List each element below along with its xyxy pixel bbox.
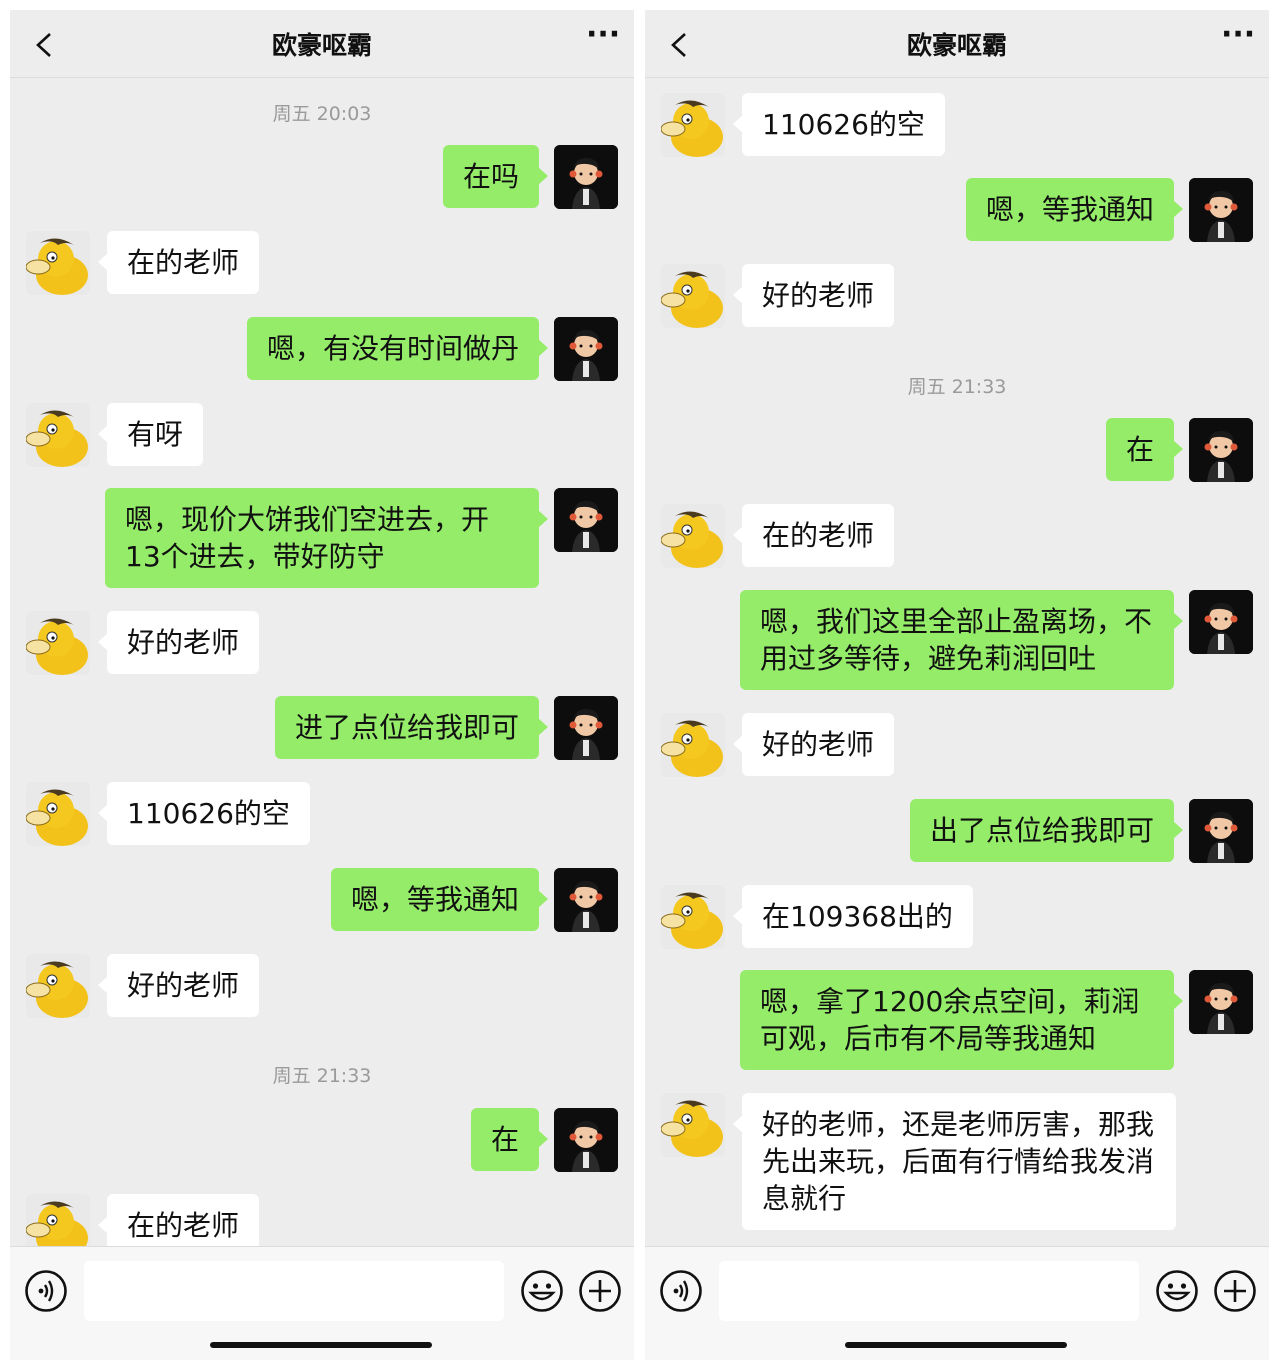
message-bubble[interactable]: 嗯，等我通知	[965, 178, 1184, 241]
message-bubble[interactable]: 在的老师	[732, 504, 895, 567]
avatar-contact[interactable]	[26, 403, 90, 467]
message-list[interactable]: 周五 20:03 在吗 在的老师 嗯，有没有时间做丹 有呀 嗯，现价大饼我们空进…	[10, 79, 634, 1246]
ellipsis-icon[interactable]: ···	[586, 20, 620, 50]
avatar-contact[interactable]	[661, 1093, 725, 1157]
message-bubble[interactable]: 嗯，我们这里全部止盈离场，不用过多等待，避免莉润回吐	[740, 590, 1183, 690]
message-bubble[interactable]: 在的老师	[97, 231, 260, 294]
message-bubble[interactable]: 好的老师	[97, 954, 260, 1017]
avatar-contact[interactable]	[661, 885, 725, 949]
smile-icon[interactable]	[1155, 1269, 1199, 1313]
message-bubble[interactable]: 嗯，有没有时间做丹	[246, 317, 549, 380]
avatar-self[interactable]	[1189, 178, 1253, 242]
avatar-contact[interactable]	[26, 782, 90, 846]
voice-icon[interactable]	[659, 1269, 703, 1313]
message-bubble[interactable]: 在吗	[442, 145, 549, 208]
input-toolbar	[10, 1246, 634, 1360]
message-bubble[interactable]: 好的老师，还是老师厉害，那我先出来玩，后面有行情给我发消息就行	[733, 1093, 1176, 1230]
home-indicator[interactable]	[845, 1342, 1067, 1348]
message-bubble[interactable]: 在109368出的	[733, 885, 973, 948]
message-bubble[interactable]: 嗯，拿了1200余点空间，莉润可观，后市有不局等我通知	[740, 970, 1183, 1070]
avatar-self[interactable]	[554, 145, 618, 209]
timestamp: 周五 21:33	[907, 376, 1007, 398]
chat-title: 欧豪呕霸	[906, 31, 1007, 60]
avatar-self[interactable]	[554, 317, 618, 381]
avatar-self[interactable]	[554, 696, 618, 760]
message-input[interactable]	[719, 1261, 1139, 1321]
message-bubble[interactable]: 进了点位给我即可	[274, 696, 549, 759]
avatar-contact[interactable]	[661, 264, 725, 328]
avatar-self[interactable]	[1189, 418, 1253, 482]
message-bubble[interactable]: 在	[1105, 418, 1184, 481]
message-bubble[interactable]: 在的老师	[97, 1194, 260, 1246]
message-bubble[interactable]: 好的老师	[732, 713, 895, 776]
message-bubble[interactable]: 110626的空	[733, 93, 945, 156]
message-input[interactable]	[84, 1261, 504, 1321]
input-toolbar	[645, 1246, 1269, 1360]
nav-bar: 欧豪呕霸 ···	[10, 10, 634, 78]
message-list[interactable]: 110626的空 嗯，等我通知 好的老师 周五 21:33 在 在的老师 嗯，我…	[645, 79, 1269, 1246]
message-bubble[interactable]: 110626的空	[98, 782, 310, 845]
voice-icon[interactable]	[24, 1269, 68, 1313]
avatar-self[interactable]	[1189, 799, 1253, 863]
avatar-contact[interactable]	[26, 954, 90, 1018]
chat-title: 欧豪呕霸	[271, 31, 372, 60]
home-indicator[interactable]	[210, 1342, 432, 1348]
chat-screen-left: 欧豪呕霸 ··· 周五 20:03 在吗 在的老师 嗯，有没有时间做丹 有呀 嗯…	[10, 10, 634, 1360]
avatar-contact[interactable]	[661, 504, 725, 568]
nav-bar: 欧豪呕霸 ···	[645, 10, 1269, 78]
avatar-self[interactable]	[554, 868, 618, 932]
message-bubble[interactable]: 嗯，现价大饼我们空进去，开13个进去，带好防守	[105, 488, 548, 588]
smile-icon[interactable]	[520, 1269, 564, 1313]
message-bubble[interactable]: 嗯，等我通知	[330, 868, 549, 931]
message-bubble[interactable]: 好的老师	[732, 264, 895, 327]
plus-circle-icon[interactable]	[1213, 1269, 1257, 1313]
avatar-contact[interactable]	[26, 231, 90, 295]
avatar-contact[interactable]	[26, 611, 90, 675]
timestamp: 周五 21:33	[272, 1065, 372, 1087]
avatar-self[interactable]	[1189, 590, 1253, 654]
avatar-contact[interactable]	[661, 713, 725, 777]
ellipsis-icon[interactable]: ···	[1221, 20, 1255, 50]
message-bubble[interactable]: 出了点位给我即可	[909, 799, 1184, 862]
avatar-contact[interactable]	[26, 1194, 90, 1246]
avatar-contact[interactable]	[661, 93, 725, 157]
timestamp: 周五 20:03	[272, 103, 372, 125]
avatar-self[interactable]	[1189, 970, 1253, 1034]
avatar-self[interactable]	[554, 488, 618, 552]
plus-circle-icon[interactable]	[578, 1269, 622, 1313]
avatar-self[interactable]	[554, 1108, 618, 1172]
message-bubble[interactable]: 好的老师	[97, 611, 260, 674]
chat-screen-right: 欧豪呕霸 ··· 110626的空 嗯，等我通知 好的老师 周五 21:33 在…	[645, 10, 1269, 1360]
message-bubble[interactable]: 在	[470, 1108, 549, 1171]
message-bubble[interactable]: 有呀	[97, 403, 204, 466]
